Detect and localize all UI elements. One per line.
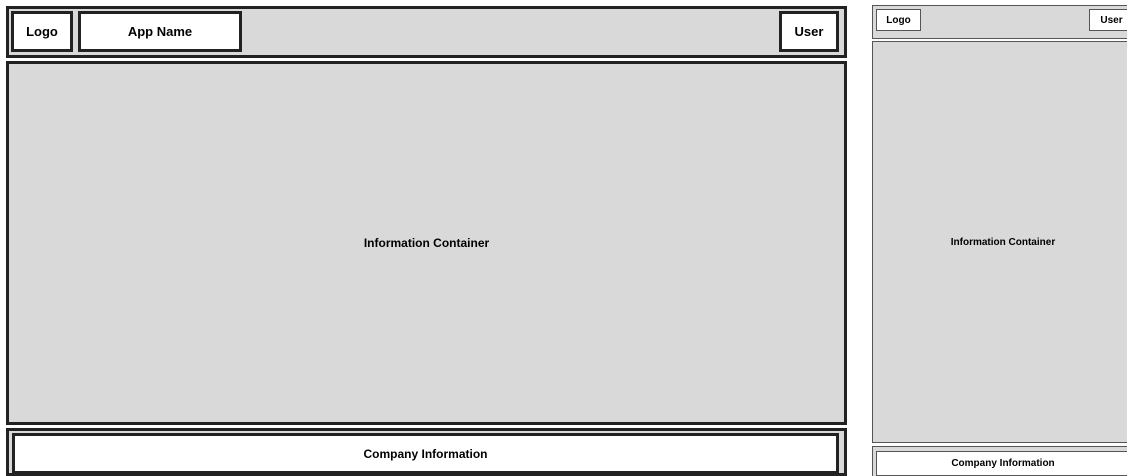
mobile-logo[interactable]: Logo <box>876 9 921 31</box>
desktop-information-container: Information Container <box>6 61 847 425</box>
mobile-company-information: Company Information <box>876 451 1127 476</box>
desktop-company-information: Company Information <box>12 433 839 474</box>
mobile-information-container: Information Container <box>872 41 1127 443</box>
desktop-user-button[interactable]: User <box>779 11 839 52</box>
desktop-app-name[interactable]: App Name <box>78 11 242 52</box>
mobile-user-button[interactable]: User <box>1089 9 1127 31</box>
desktop-logo[interactable]: Logo <box>11 11 73 52</box>
